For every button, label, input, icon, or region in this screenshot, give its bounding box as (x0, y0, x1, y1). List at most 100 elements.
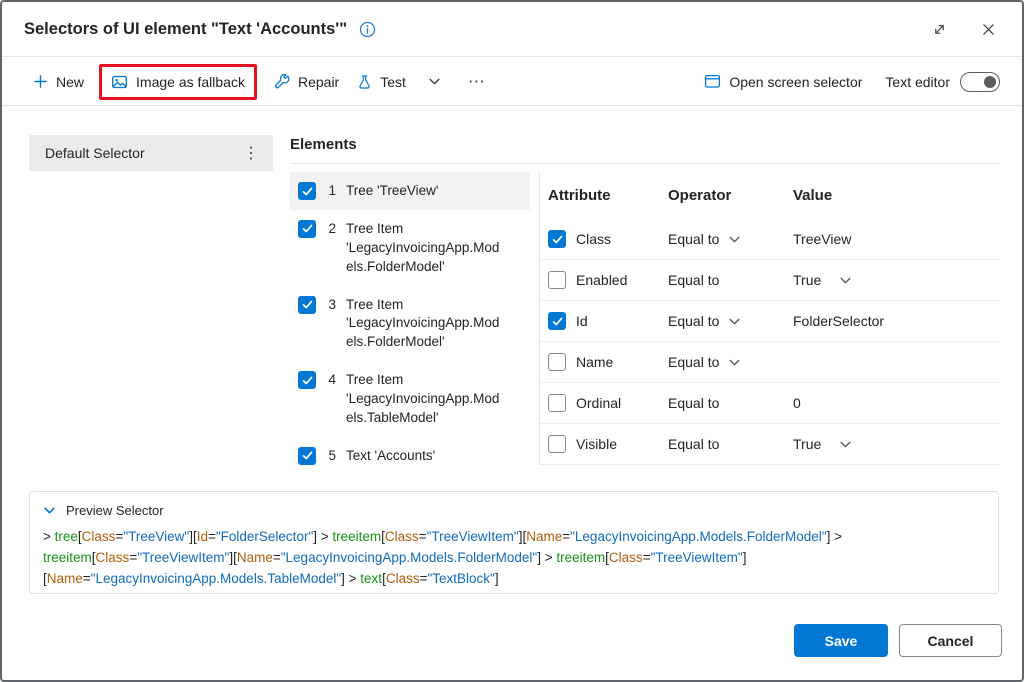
operator-select[interactable]: Equal to (668, 313, 793, 329)
selector-punctuation-token: ][ (189, 529, 197, 544)
element-label: Tree Item 'LegacyInvoicingApp.Models.Tab… (346, 371, 504, 428)
value-cell[interactable]: TreeView (793, 231, 999, 247)
operator-select[interactable]: Equal to (668, 436, 793, 452)
check-icon (302, 450, 313, 461)
selector-attribute-token: Class (609, 550, 643, 565)
attribute-checkbox[interactable] (548, 435, 566, 453)
operator-select[interactable]: Equal to (668, 354, 793, 370)
operator-label: Equal to (668, 231, 719, 247)
preview-selector-toggle[interactable]: Preview Selector (43, 503, 985, 518)
attribute-name: Class (576, 231, 611, 247)
image-as-fallback-button[interactable]: Image as fallback (102, 67, 254, 97)
more-button[interactable]: ⋯ (458, 68, 496, 96)
value-cell[interactable]: FolderSelector (793, 313, 999, 329)
image-icon (111, 74, 128, 90)
cancel-button[interactable]: Cancel (899, 624, 1002, 657)
attribute-table: Attribute Operator Value Class Equal to … (540, 172, 999, 465)
open-screen-selector-button[interactable]: Open screen selector (695, 67, 871, 97)
selector-punctuation-token: ] (495, 571, 499, 586)
element-label: Tree Item 'LegacyInvoicingApp.Models.Fol… (346, 220, 504, 277)
selector-value-token: "TreeViewItem" (137, 550, 229, 565)
element-list-item[interactable]: 5 Text 'Accounts' (290, 437, 530, 475)
element-list-item[interactable]: 1 Tree 'TreeView' (290, 172, 530, 210)
selector-value-token: "LegacyInvoicingApp.Models.TableModel" (91, 571, 341, 586)
dialog-title: Selectors of UI element "Text 'Accounts'… (24, 20, 347, 39)
repair-button[interactable]: Repair (265, 67, 348, 97)
attribute-name: Name (576, 354, 613, 370)
operator-select[interactable]: Equal to (668, 395, 793, 411)
expand-icon (932, 22, 947, 37)
element-list-item[interactable]: 4 Tree Item 'LegacyInvoicingApp.Models.T… (290, 361, 530, 437)
selector-value-token: "TextBlock" (427, 571, 494, 586)
selector-attribute-token: Class (82, 529, 116, 544)
attribute-checkbox[interactable] (548, 271, 566, 289)
operator-label: Equal to (668, 272, 719, 288)
text-editor-toggle[interactable] (960, 72, 1000, 92)
selector-punctuation-token: = (208, 529, 216, 544)
toggle-knob (984, 76, 996, 88)
selector-value-token: "LegacyInvoicingApp.Models.FolderModel" (570, 529, 826, 544)
selector-element-token: treeitem (332, 529, 381, 544)
element-number: 1 (326, 182, 336, 201)
text-editor-label: Text editor (885, 74, 950, 90)
attribute-checkbox[interactable] (548, 394, 566, 412)
element-list-item[interactable]: 3 Tree Item 'LegacyInvoicingApp.Models.F… (290, 286, 530, 362)
info-icon[interactable] (359, 21, 376, 38)
close-button[interactable] (977, 18, 1000, 41)
value-cell[interactable]: 0 (793, 395, 999, 411)
attribute-checkbox[interactable] (548, 230, 566, 248)
check-icon (302, 299, 313, 310)
new-selector-label: New (56, 74, 84, 90)
element-checkbox[interactable] (298, 182, 316, 200)
value-cell[interactable]: True (793, 436, 999, 452)
value-cell[interactable]: True (793, 272, 999, 288)
close-icon (981, 22, 996, 37)
operator-select[interactable]: Equal to (668, 231, 793, 247)
element-number: 4 (326, 371, 336, 390)
column-header-operator: Operator (668, 187, 793, 204)
column-header-value: Value (793, 187, 999, 204)
selector-punctuation-token: ] > (827, 529, 842, 544)
chevron-down-icon (839, 274, 852, 287)
operator-select[interactable]: Equal to (668, 272, 793, 288)
element-checkbox[interactable] (298, 296, 316, 314)
operator-label: Equal to (668, 436, 719, 452)
sidebar-item-default-selector[interactable]: Default Selector ⋮ (29, 135, 273, 171)
elements-heading: Elements (290, 136, 357, 153)
element-checkbox[interactable] (298, 371, 316, 389)
element-list-item[interactable]: 2 Tree Item 'LegacyInvoicingApp.Models.F… (290, 210, 530, 286)
operator-label: Equal to (668, 313, 719, 329)
element-label: Tree 'TreeView' (346, 182, 504, 201)
operator-label: Equal to (668, 354, 719, 370)
element-number: 5 (326, 447, 336, 466)
check-icon (302, 223, 313, 234)
expand-button[interactable] (928, 18, 951, 41)
chevron-down-icon (728, 315, 741, 328)
save-button[interactable]: Save (794, 624, 888, 657)
selector-attribute-token: Name (47, 571, 83, 586)
attribute-row: Id Equal to FolderSelector (540, 301, 999, 342)
chevron-down-icon (728, 233, 741, 246)
selector-punctuation-token: = (643, 550, 651, 565)
kebab-menu-icon[interactable]: ⋮ (239, 143, 263, 163)
new-selector-button[interactable]: New (24, 67, 93, 97)
value-label: True (793, 436, 821, 452)
check-icon (552, 316, 563, 327)
selector-punctuation-token: = (273, 550, 281, 565)
selector-value-token: "FolderSelector" (216, 529, 313, 544)
attribute-checkbox[interactable] (548, 312, 566, 330)
element-checkbox[interactable] (298, 447, 316, 465)
test-dropdown-button[interactable] (419, 68, 450, 95)
image-as-fallback-label: Image as fallback (136, 74, 245, 90)
test-button[interactable]: Test (348, 67, 415, 97)
element-label: Tree Item 'LegacyInvoicingApp.Models.Fol… (346, 296, 504, 353)
check-icon (552, 234, 563, 245)
check-icon (302, 375, 313, 386)
selector-element-token: tree (55, 529, 78, 544)
screen-selector-icon (704, 74, 721, 89)
attribute-name: Visible (576, 436, 617, 452)
annotation-highlight: Image as fallback (99, 64, 257, 100)
repair-label: Repair (298, 74, 339, 90)
element-checkbox[interactable] (298, 220, 316, 238)
attribute-checkbox[interactable] (548, 353, 566, 371)
